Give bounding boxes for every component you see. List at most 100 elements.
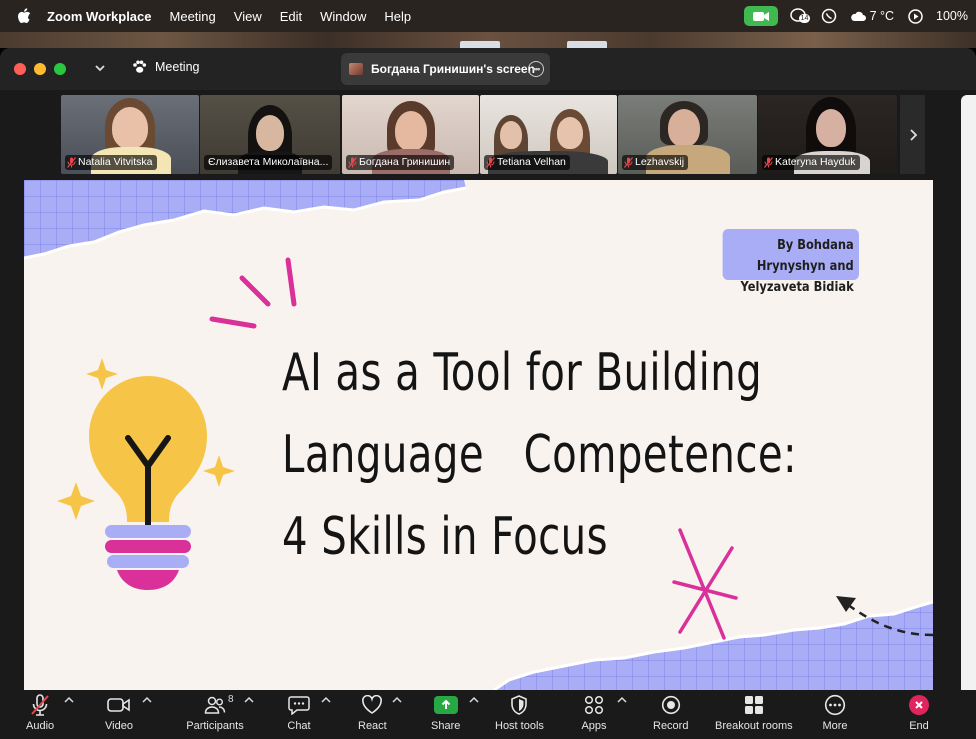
menu-edit[interactable]: Edit <box>280 9 302 24</box>
cloud-icon <box>850 11 866 21</box>
audio-label: Audio <box>26 720 55 732</box>
share-screen-icon <box>433 696 458 714</box>
participant-strip: Natalia Vitvitska Єлизавета Миколаївна..… <box>0 90 976 180</box>
weather-temp: 7 °C <box>869 9 895 23</box>
share-label: Share <box>431 720 461 732</box>
end-call-icon <box>909 695 929 715</box>
more-button[interactable]: More <box>822 694 848 732</box>
minimize-window-button[interactable] <box>34 63 46 75</box>
record-button[interactable]: Record <box>653 694 688 732</box>
muted-mic-icon <box>67 157 76 168</box>
breakout-rooms-button[interactable]: Breakout rooms <box>715 694 793 732</box>
chevron-down-icon[interactable] <box>93 61 107 75</box>
chat-label: Chat <box>287 720 311 732</box>
video-label: Video <box>105 720 133 732</box>
app-menu-name[interactable]: Zoom Workplace <box>47 9 152 24</box>
participant-name: Kateryna Hayduk <box>775 156 856 168</box>
participant-tile[interactable]: Kateryna Hayduk <box>758 95 897 174</box>
audio-button[interactable]: Audio <box>26 694 54 732</box>
participants-options-caret-icon[interactable] <box>244 696 254 704</box>
menu-view[interactable]: View <box>234 9 262 24</box>
meeting-label: Meeting <box>155 60 200 74</box>
torn-grid-paper-top <box>24 180 466 258</box>
next-participants-button[interactable] <box>900 95 925 174</box>
host-tools-label: Host tools <box>495 720 544 732</box>
battery-percent[interactable]: 100% <box>936 9 968 23</box>
video-button[interactable]: Video <box>105 694 133 732</box>
side-panel-edge[interactable] <box>961 95 976 691</box>
participants-button[interactable]: 8 Participants <box>185 694 245 732</box>
macos-menu-bar: Zoom Workplace Meeting View Edit Window … <box>0 0 976 32</box>
menu-meeting[interactable]: Meeting <box>170 9 216 24</box>
menu-window[interactable]: Window <box>320 9 366 24</box>
muted-mic-icon <box>764 157 773 168</box>
video-camera-icon <box>107 698 130 712</box>
close-window-button[interactable] <box>14 63 26 75</box>
apple-icon[interactable] <box>17 8 33 24</box>
participant-name: Єлизавета Миколаївна... <box>208 156 329 168</box>
apps-options-caret-icon[interactable] <box>617 696 627 704</box>
apps-grid-icon <box>584 695 604 715</box>
muted-mic-icon <box>31 694 49 716</box>
shared-screen-tab[interactable]: Богдана Гринишин's screen ••• <box>341 53 550 85</box>
zoom-window: Meeting Богдана Гринишин's screen ••• Na… <box>0 48 976 739</box>
menu-help[interactable]: Help <box>384 9 411 24</box>
chat-bubble-icon <box>288 696 310 715</box>
breakout-rooms-label: Breakout rooms <box>715 720 793 732</box>
heart-icon <box>362 695 383 714</box>
react-button[interactable]: React <box>358 694 387 732</box>
participant-name: Natalia Vitvitska <box>78 156 153 168</box>
muted-mic-icon <box>486 157 495 168</box>
participant-name: Lezhavskij <box>635 156 685 168</box>
lightbulb-icon <box>89 376 207 590</box>
chat-button[interactable]: Chat <box>286 694 312 732</box>
video-options-caret-icon[interactable] <box>142 696 152 704</box>
react-options-caret-icon[interactable] <box>392 696 402 704</box>
slide-title-line-3: 4 Skills in Focus <box>282 507 609 567</box>
audio-options-caret-icon[interactable] <box>64 696 74 704</box>
apps-label: Apps <box>581 720 607 732</box>
viber-icon[interactable] <box>820 7 838 25</box>
meeting-info[interactable]: Meeting <box>132 60 199 74</box>
author-line-1: By Bohdana Hrynyshyn and <box>756 238 854 274</box>
end-meeting-button[interactable]: End <box>906 694 932 732</box>
more-label: More <box>822 720 848 732</box>
participants-label: Participants <box>186 720 244 732</box>
apps-button[interactable]: Apps <box>581 694 607 732</box>
share-options-caret-icon[interactable] <box>469 696 479 704</box>
record-icon <box>661 695 680 715</box>
more-dots-icon <box>824 694 846 716</box>
title-bar: Meeting Богдана Гринишин's screen ••• <box>0 48 976 90</box>
slide-title-line-1: AI as a Tool for Building <box>282 343 763 403</box>
host-tools-button[interactable]: Host tools <box>495 694 544 732</box>
participant-tile[interactable]: Богдана Гринишин <box>342 95 479 174</box>
participant-tile-active-speaker[interactable]: Єлизавета Миколаївна... <box>200 95 340 174</box>
zoom-window-button[interactable] <box>54 63 66 75</box>
more-options-icon[interactable]: ••• <box>528 61 544 77</box>
author-credit: By Bohdana Hrynyshyn and Yelyzaveta Bidi… <box>722 229 859 295</box>
screen-tab-label: Богдана Гринишин's screen <box>371 62 535 76</box>
participant-tile[interactable]: Tetiana Velhan <box>480 95 617 174</box>
react-label: React <box>358 720 387 732</box>
weather-widget[interactable]: 7 °C <box>850 9 894 23</box>
sparkle-icon <box>57 482 95 520</box>
muted-mic-icon <box>348 157 357 168</box>
participant-tile[interactable]: Lezhavskij <box>618 95 757 174</box>
share-button[interactable]: Share <box>431 694 460 732</box>
participant-tile[interactable]: Natalia Vitvitska <box>61 95 199 174</box>
slide-title: AI as a Tool for Building Language Compe… <box>282 332 797 578</box>
record-label: Record <box>653 720 689 732</box>
notification-badge: 14 <box>798 14 811 23</box>
chat-options-caret-icon[interactable] <box>321 696 331 704</box>
meeting-toolbar: Audio Video 8 Participants Chat React Sh… <box>0 690 976 739</box>
messages-icon[interactable]: 14 <box>789 7 811 25</box>
sparkle-icon <box>203 455 235 487</box>
sharer-avatar <box>349 63 363 75</box>
zoom-camera-status-icon[interactable] <box>743 6 778 26</box>
play-circle-icon[interactable] <box>906 7 924 25</box>
background-window-strip <box>0 32 976 48</box>
participants-count: 8 <box>228 694 234 705</box>
participants-icon <box>204 696 226 714</box>
participant-name: Богдана Гринишин <box>359 156 451 168</box>
chevron-right-icon <box>909 128 917 141</box>
